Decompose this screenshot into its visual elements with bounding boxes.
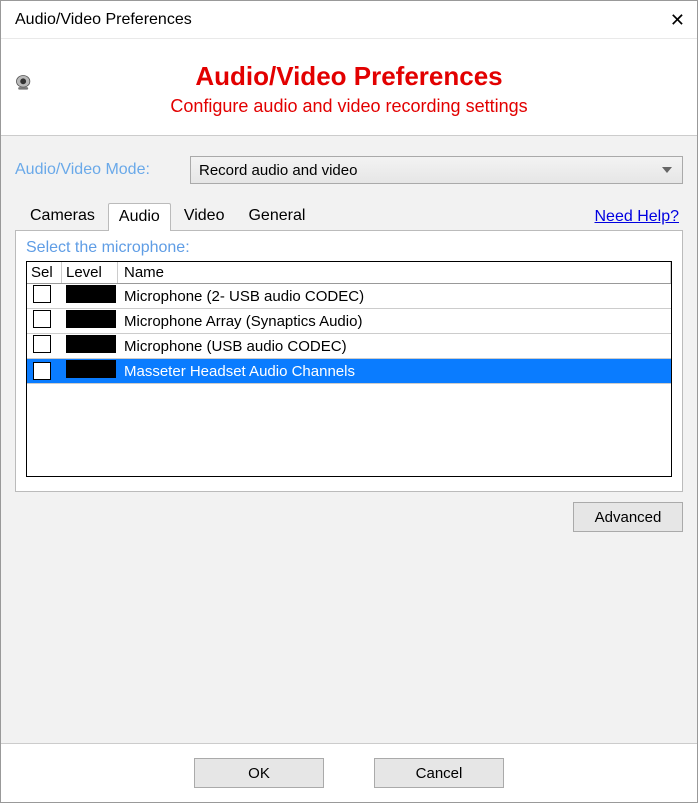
level-meter — [66, 360, 116, 378]
preferences-window: Audio/Video Preferences ✕ Audio/Video Pr… — [0, 0, 698, 803]
titlebar: Audio/Video Preferences ✕ — [1, 1, 697, 39]
advanced-button[interactable]: Advanced — [573, 502, 683, 532]
mode-select[interactable]: Record audio and video — [190, 156, 683, 184]
mode-value: Record audio and video — [199, 162, 357, 179]
row-checkbox[interactable] — [33, 335, 51, 353]
tab-cameras[interactable]: Cameras — [19, 202, 106, 230]
tab-audio[interactable]: Audio — [108, 203, 171, 231]
window-title: Audio/Video Preferences — [15, 11, 192, 29]
close-icon[interactable]: ✕ — [670, 11, 685, 29]
col-header-sel: Sel — [27, 262, 62, 283]
table-header: Sel Level Name — [27, 262, 671, 284]
help-link[interactable]: Need Help? — [595, 208, 680, 226]
table-row[interactable]: ✓ Masseter Headset Audio Channels — [27, 359, 671, 384]
table-row[interactable]: Microphone (2- USB audio CODEC) — [27, 284, 671, 309]
page-title: Audio/Video Preferences — [11, 61, 687, 92]
webcam-icon — [13, 73, 35, 93]
table-row[interactable]: Microphone (USB audio CODEC) — [27, 334, 671, 359]
level-meter — [66, 335, 116, 353]
microphone-table: Sel Level Name Microphone (2- USB audio … — [26, 261, 672, 477]
cancel-button[interactable]: Cancel — [374, 758, 504, 788]
level-meter — [66, 285, 116, 303]
header-area: Audio/Video Preferences Configure audio … — [1, 39, 697, 135]
mode-label: Audio/Video Mode: — [15, 161, 190, 179]
tab-general[interactable]: General — [237, 202, 316, 230]
col-header-level: Level — [62, 262, 118, 283]
ok-button[interactable]: OK — [194, 758, 324, 788]
col-header-name: Name — [118, 262, 671, 283]
mic-name: Microphone (USB audio CODEC) — [118, 336, 671, 357]
page-subtitle: Configure audio and video recording sett… — [11, 96, 687, 117]
mic-section-label: Select the microphone: — [26, 239, 672, 257]
mic-name: Microphone Array (Synaptics Audio) — [118, 311, 671, 332]
table-row[interactable]: Microphone Array (Synaptics Audio) — [27, 309, 671, 334]
row-checkbox[interactable]: ✓ — [33, 362, 51, 380]
audio-tabpanel: Select the microphone: Sel Level Name Mi… — [15, 230, 683, 492]
advanced-row: Advanced — [15, 502, 683, 532]
level-meter — [66, 310, 116, 328]
row-checkbox[interactable] — [33, 285, 51, 303]
button-bar: OK Cancel — [1, 743, 697, 802]
spacer — [15, 532, 683, 743]
mic-name: Microphone (2- USB audio CODEC) — [118, 286, 671, 307]
mode-row: Audio/Video Mode: Record audio and video — [15, 150, 683, 184]
row-checkbox[interactable] — [33, 310, 51, 328]
tabstrip: Cameras Audio Video General Need Help? — [15, 202, 683, 230]
content-area: Audio/Video Mode: Record audio and video… — [1, 135, 697, 743]
mic-name: Masseter Headset Audio Channels — [118, 361, 671, 382]
tab-video[interactable]: Video — [173, 202, 236, 230]
